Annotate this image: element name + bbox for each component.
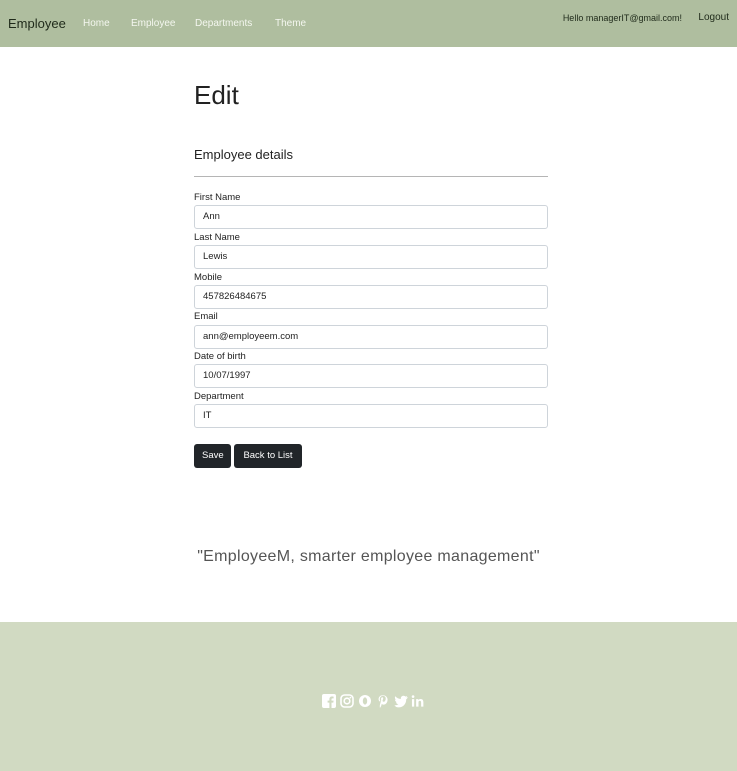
email-label: Email [194, 311, 218, 322]
mobile-input[interactable]: 457826484675 [194, 285, 548, 309]
save-button[interactable]: Save [194, 444, 231, 468]
email-input[interactable]: ann@employeem.com [194, 325, 548, 349]
page-title: Edit [194, 80, 239, 110]
nav-employee-link[interactable]: Employee [131, 18, 175, 29]
section-divider [194, 176, 548, 177]
social-links [321, 693, 426, 708]
nav-home-link[interactable]: Home [83, 18, 110, 29]
top-navbar: Employee Home Employee Departments Theme… [0, 0, 737, 47]
first-name-label: First Name [194, 192, 241, 203]
logout-link[interactable]: Logout [698, 12, 729, 23]
tagline: "EmployeeM, smarter employee management" [197, 548, 540, 565]
brand-link[interactable]: Employee [8, 16, 66, 31]
department-input[interactable]: IT [194, 404, 548, 428]
user-greeting[interactable]: Hello managerIT@gmail.com! [563, 13, 682, 23]
twitter-icon[interactable] [393, 693, 408, 708]
opera-icon[interactable] [357, 693, 372, 708]
back-to-list-button[interactable]: Back to List [234, 444, 302, 468]
last-name-input[interactable]: Lewis [194, 245, 548, 269]
first-name-input[interactable]: Ann [194, 205, 548, 229]
facebook-icon[interactable] [321, 693, 336, 708]
date-of-birth-input[interactable]: 10/07/1997 [194, 364, 548, 388]
instagram-icon[interactable] [339, 693, 354, 708]
nav-theme-link[interactable]: Theme [275, 18, 306, 29]
nav-departments-link[interactable]: Departments [195, 18, 252, 29]
pinterest-icon[interactable] [375, 693, 390, 708]
department-label: Department [194, 391, 244, 402]
mobile-label: Mobile [194, 272, 222, 283]
linkedin-icon[interactable] [411, 693, 426, 708]
last-name-label: Last Name [194, 232, 240, 243]
section-title: Employee details [194, 147, 293, 162]
date-of-birth-label: Date of birth [194, 351, 246, 362]
